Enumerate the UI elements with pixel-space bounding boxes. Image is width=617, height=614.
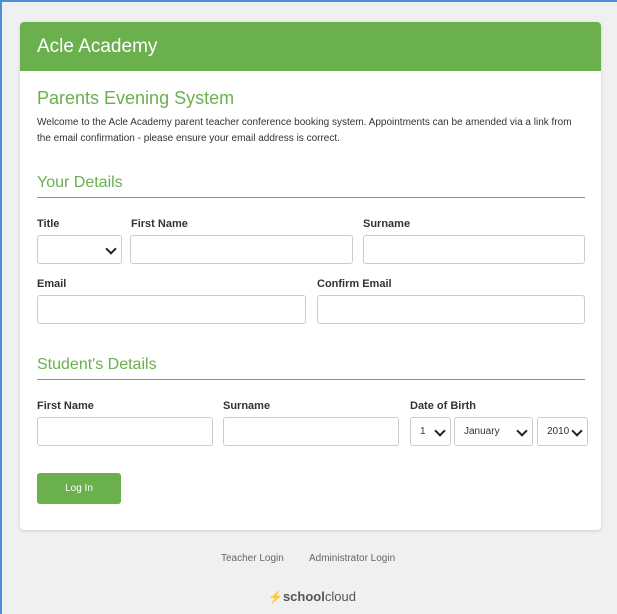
dob-month-value: January xyxy=(464,426,500,437)
dob-year-select[interactable]: 2010 xyxy=(537,417,588,446)
your-details-heading: Your Details xyxy=(37,174,123,191)
student-surname-label: Surname xyxy=(223,400,271,412)
window-frame-top xyxy=(0,0,617,2)
window-frame-left xyxy=(0,0,2,614)
dob-label: Date of Birth xyxy=(410,400,476,412)
your-details-rule xyxy=(37,197,585,198)
title-select[interactable] xyxy=(37,235,122,264)
student-first-name-input[interactable] xyxy=(37,417,213,446)
surname-label: Surname xyxy=(363,218,411,230)
schoolcloud-logo: ⚡schoolcloud xyxy=(268,589,356,604)
dob-year-value: 2010 xyxy=(547,426,570,437)
student-details-heading: Student's Details xyxy=(37,356,157,373)
admin-login-link[interactable]: Administrator Login xyxy=(309,553,395,564)
chevron-down-icon xyxy=(105,243,117,255)
intro-text: Welcome to the Acle Academy parent teach… xyxy=(37,117,572,144)
first-name-label: First Name xyxy=(131,218,188,230)
email-label: Email xyxy=(37,278,67,290)
system-title: Parents Evening System xyxy=(37,88,235,108)
dob-day-select[interactable]: 1 xyxy=(410,417,451,446)
title-label: Title xyxy=(37,218,60,230)
surname-input[interactable] xyxy=(363,235,585,264)
logo-text-light: cloud xyxy=(324,589,356,604)
school-name: Acle Academy xyxy=(37,36,158,57)
schoolcloud-icon: ⚡ xyxy=(268,590,283,604)
confirm-email-label: Confirm Email xyxy=(317,278,392,290)
login-card: Acle Academy Parents Evening System Welc… xyxy=(20,22,601,530)
student-surname-input[interactable] xyxy=(223,417,399,446)
chevron-down-icon xyxy=(434,425,446,437)
teacher-login-link[interactable]: Teacher Login xyxy=(221,553,284,564)
confirm-email-input[interactable] xyxy=(317,295,585,324)
dob-month-select[interactable]: January xyxy=(454,417,533,446)
first-name-input[interactable] xyxy=(130,235,353,264)
login-button[interactable]: Log In xyxy=(37,473,121,504)
student-details-rule xyxy=(37,379,585,380)
student-first-name-label: First Name xyxy=(37,400,94,412)
logo-text-bold: school xyxy=(282,589,325,604)
chevron-down-icon xyxy=(516,425,528,437)
chevron-down-icon xyxy=(571,425,583,437)
email-input[interactable] xyxy=(37,295,306,324)
dob-day-value: 1 xyxy=(420,426,426,437)
card-header: Acle Academy xyxy=(20,22,601,71)
